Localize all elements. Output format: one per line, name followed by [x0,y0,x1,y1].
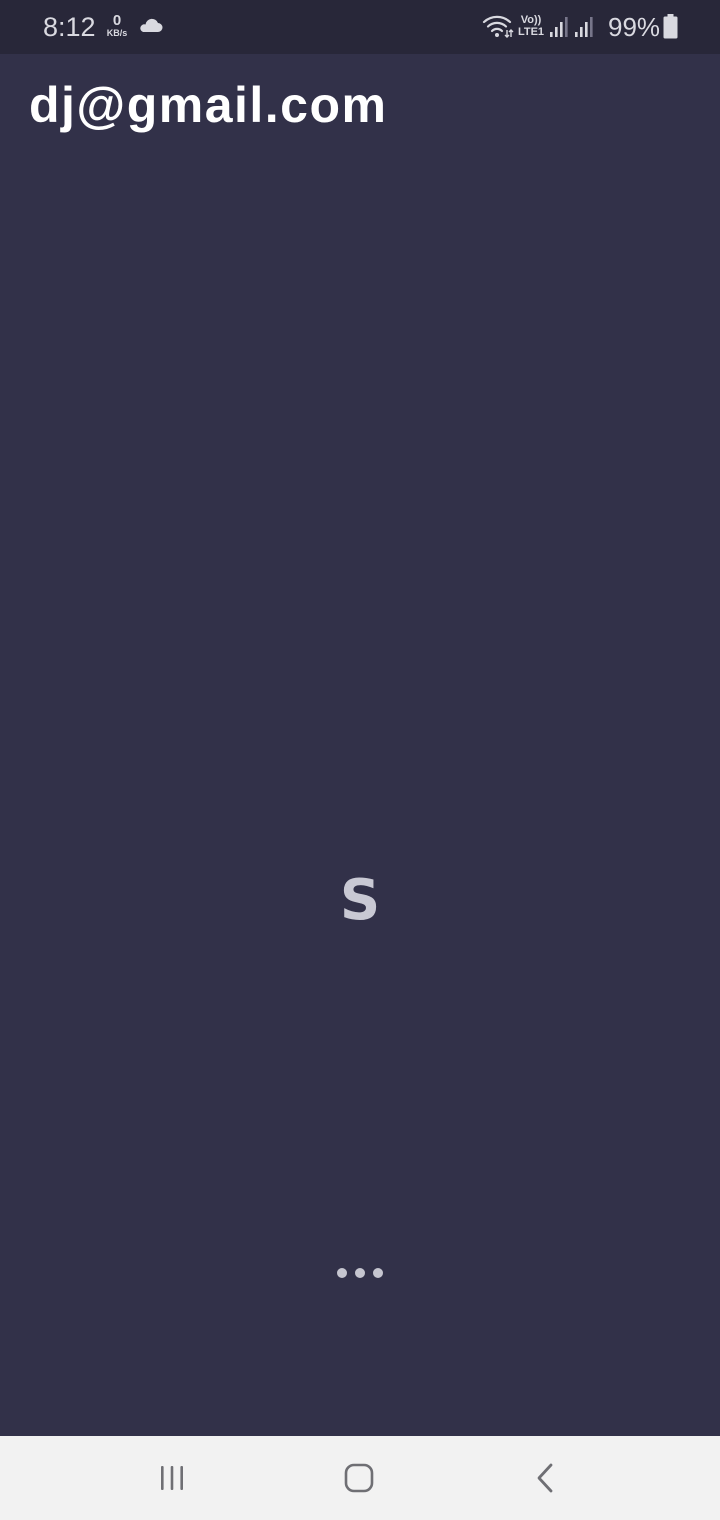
battery-percent: 99% [608,12,661,42]
account-email: dj@gmail.com [29,77,388,133]
wifi-icon [482,15,514,38]
network-speed-value: 0 [112,12,122,29]
splash-screen: 8:12 0 KB/s Vo)) LTE1 99% dj@gmail.com S [0,0,720,1520]
status-time: 8:12 [43,12,96,42]
app-logo: S [339,868,381,933]
signal-icon [575,17,593,37]
back-icon [537,1463,553,1493]
signal-icon [550,17,568,37]
lte-label: LTE1 [517,26,545,38]
loading-dot [337,1268,347,1278]
recents-icon [161,1466,183,1490]
back-button[interactable] [486,1436,606,1520]
home-button[interactable] [299,1436,419,1520]
network-speed-unit: KB/s [106,28,128,38]
recents-button[interactable] [112,1436,232,1520]
cloud-icon [140,18,163,32]
volte-icon: Vo)) LTE1 [516,14,546,38]
home-icon [344,1463,374,1493]
loading-dot [355,1268,365,1278]
system-nav-bar [0,1436,720,1520]
network-speed: 0 KB/s [103,13,131,39]
loading-indicator [335,1268,385,1280]
volte-label: Vo)) [520,14,542,26]
status-bar: 8:12 0 KB/s Vo)) LTE1 99% [0,0,720,54]
loading-dot [373,1268,383,1278]
battery-icon [663,14,678,39]
